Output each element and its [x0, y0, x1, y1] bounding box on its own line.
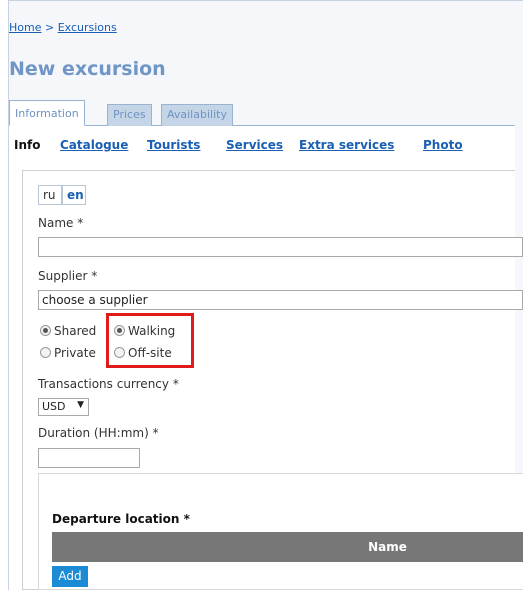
dropdown-arrow-icon: ▼: [77, 400, 84, 410]
subnav-extra-services[interactable]: Extra services: [299, 138, 394, 152]
radio-shared[interactable]: Shared: [40, 324, 96, 338]
subnav-photo[interactable]: Photo: [423, 138, 463, 152]
name-label: Name *: [38, 216, 84, 230]
duration-label: Duration (HH:mm) *: [38, 426, 159, 440]
radio-shared-circle[interactable]: [40, 325, 51, 336]
departure-table-header: Name: [52, 532, 523, 562]
subnav-services[interactable]: Services: [226, 138, 283, 152]
supplier-label: Supplier *: [38, 269, 98, 283]
currency-select[interactable]: USD ▼: [38, 398, 89, 416]
page-title: New excursion: [9, 58, 166, 80]
radio-private-circle[interactable]: [40, 347, 51, 358]
radio-shared-label: Shared: [54, 324, 97, 338]
highlight-annotation-box: [106, 313, 194, 368]
duration-input[interactable]: [38, 448, 140, 468]
radio-private[interactable]: Private: [40, 346, 96, 360]
lang-en-button[interactable]: en: [62, 185, 86, 205]
subnav-tourists[interactable]: Tourists: [147, 138, 200, 152]
breadcrumb: Home > Excursions: [9, 21, 117, 34]
lang-ru-button[interactable]: ru: [38, 185, 62, 205]
tab-information[interactable]: Information: [9, 100, 85, 126]
radio-private-label: Private: [54, 346, 96, 360]
breadcrumb-excursions-link[interactable]: Excursions: [58, 21, 117, 34]
currency-label: Transactions currency *: [38, 377, 179, 391]
breadcrumb-separator: >: [44, 21, 55, 34]
tab-bar: Information Prices Availability: [9, 99, 515, 126]
column-name-header: Name: [368, 540, 407, 554]
departure-title: Departure location *: [52, 512, 190, 526]
tab-availability[interactable]: Availability: [161, 104, 233, 126]
supplier-select[interactable]: choose a supplier: [38, 290, 523, 310]
currency-value: USD: [42, 400, 66, 413]
breadcrumb-home-link[interactable]: Home: [9, 21, 41, 34]
subnav-catalogue[interactable]: Catalogue: [60, 138, 128, 152]
subnav-info[interactable]: Info: [14, 138, 40, 152]
tab-prices[interactable]: Prices: [107, 104, 152, 126]
add-departure-button[interactable]: Add: [52, 566, 88, 587]
name-input[interactable]: [38, 237, 523, 257]
